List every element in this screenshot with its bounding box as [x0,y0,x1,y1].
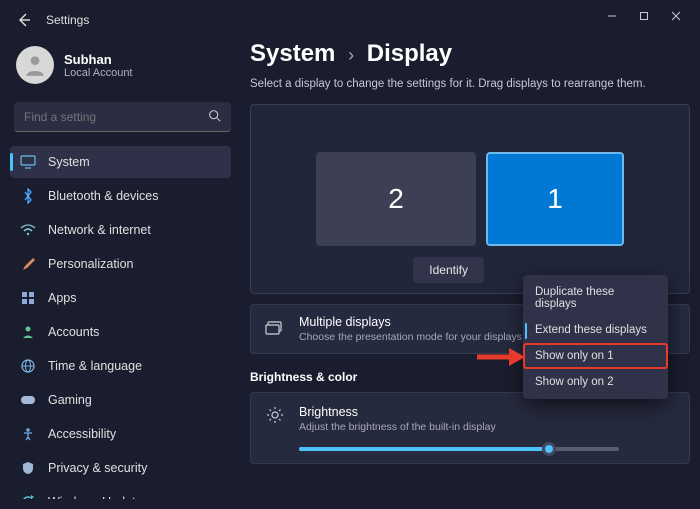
window-title: Settings [46,13,89,27]
nav-label: Gaming [48,393,92,407]
nav-label: Network & internet [48,223,151,237]
displays-icon [265,319,285,339]
maximize-button[interactable] [628,4,660,28]
bluetooth-icon [20,188,36,204]
dropdown-show-only-1[interactable]: Show only on 1 [523,343,668,369]
avatar-icon [16,46,54,84]
account-name: Subhan [64,52,133,67]
nav-label: System [48,155,90,169]
monitor-1[interactable]: 1 [486,152,624,246]
breadcrumb: System › Display [250,40,690,68]
dropdown-duplicate[interactable]: Duplicate these displays [523,279,668,317]
brightness-title: Brightness [299,405,496,419]
update-icon [20,494,36,499]
globe-icon [20,358,36,374]
accessibility-icon [20,426,36,442]
back-button[interactable] [14,10,34,30]
dropdown-show-only-2[interactable]: Show only on 2 [523,369,668,395]
shield-icon [20,460,36,476]
brightness-slider[interactable] [299,447,619,451]
nav-label: Bluetooth & devices [48,189,159,203]
nav-network[interactable]: Network & internet [10,214,231,246]
nav-bluetooth[interactable]: Bluetooth & devices [10,180,231,212]
card-title: Multiple displays [299,315,522,329]
account-block[interactable]: Subhan Local Account [10,42,235,96]
nav-label: Apps [48,291,77,305]
nav-gaming[interactable]: Gaming [10,384,231,416]
nav-label: Accessibility [48,427,116,441]
brightness-subtitle: Adjust the brightness of the built-in di… [299,421,496,433]
breadcrumb-page: Display [367,40,452,67]
person-icon [20,324,36,340]
nav-time-lang[interactable]: Time & language [10,350,231,382]
card-subtitle: Choose the presentation mode for your di… [299,331,522,343]
breadcrumb-parent[interactable]: System [250,40,335,67]
slider-thumb[interactable] [542,442,556,456]
annotation-arrow [475,345,525,374]
nav-system[interactable]: System [10,146,231,178]
game-icon [20,392,36,408]
nav-label: Personalization [48,257,133,271]
nav-privacy[interactable]: Privacy & security [10,452,231,484]
close-button[interactable] [660,4,692,28]
nav-personalization[interactable]: Personalization [10,248,231,280]
nav-label: Time & language [48,359,142,373]
monitor-2[interactable]: 2 [316,152,476,246]
nav-accessibility[interactable]: Accessibility [10,418,231,450]
nav-label: Privacy & security [48,461,147,475]
brightness-card: Brightness Adjust the brightness of the … [250,392,690,464]
minimize-button[interactable] [596,4,628,28]
nav-apps[interactable]: Apps [10,282,231,314]
display-arrangement[interactable]: 2 1 Identify [250,104,690,294]
page-description: Select a display to change the settings … [250,78,690,90]
brightness-icon [265,405,285,425]
dropdown-extend[interactable]: Extend these displays [523,317,668,343]
nav-update[interactable]: Windows Update [10,486,231,499]
nav-label: Accounts [48,325,99,339]
nav-label: Windows Update [48,495,143,499]
monitor-icon [20,154,36,170]
apps-icon [20,290,36,306]
nav-accounts[interactable]: Accounts [10,316,231,348]
account-type: Local Account [64,67,133,79]
search-box[interactable] [14,102,231,132]
chevron-right-icon: › [348,45,354,65]
identify-button[interactable]: Identify [413,257,484,283]
brush-icon [20,256,36,272]
display-mode-dropdown: Duplicate these displays Extend these di… [523,275,668,399]
wifi-icon [20,222,36,238]
search-input[interactable] [24,110,208,124]
search-icon [208,109,221,125]
